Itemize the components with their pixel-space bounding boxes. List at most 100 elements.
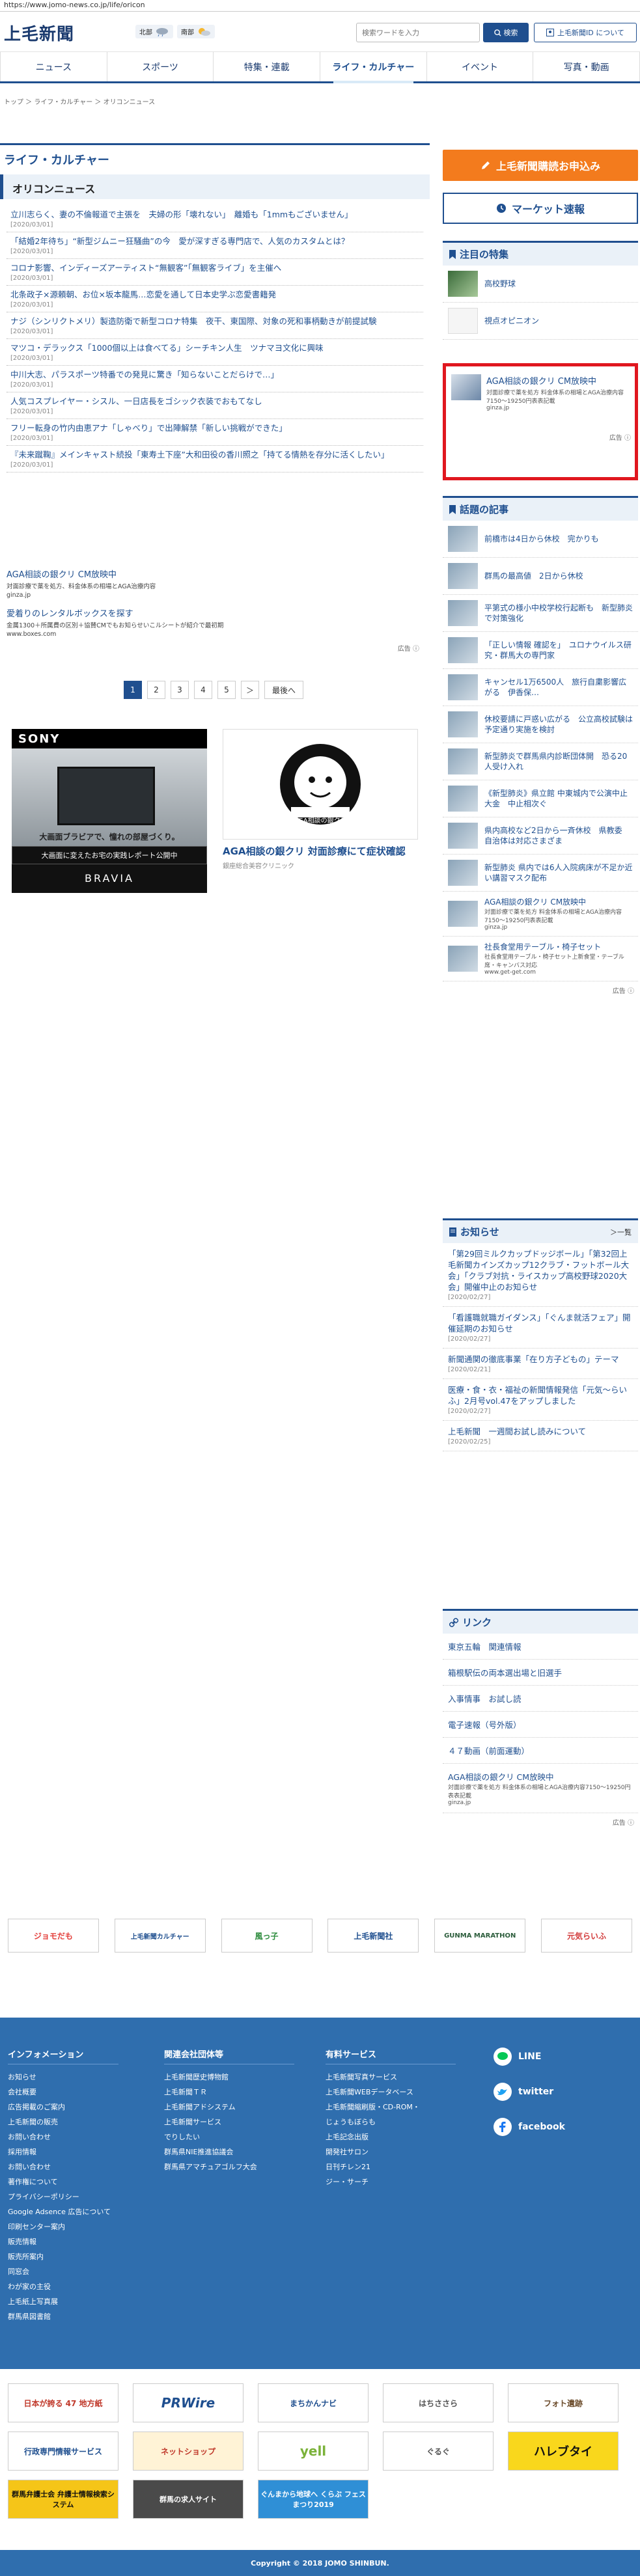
notice-text[interactable]: 上毛新聞 一週間お試し読みについて (448, 1426, 633, 1437)
aga-ad-title[interactable]: AGA相談の銀クリ 対面診療にて症状確認 (223, 845, 418, 858)
notice-text[interactable]: 新聞通関の徹底事業「在り方子どもの」テーマ (448, 1354, 633, 1365)
topic-title[interactable]: 《新型肺炎》県立館 中東城内で公演中止 大金 中止相次ぐ (484, 788, 633, 809)
foot-banner[interactable]: 群馬の求人サイト (133, 2480, 243, 2519)
link-item[interactable]: 東京五輪 関連情報 (443, 1634, 638, 1660)
foot-banner[interactable]: yell (258, 2432, 369, 2471)
page-1[interactable]: 1 (124, 681, 142, 699)
inline-ad[interactable]: 愛着りのレンタルボックスを探す 金属1300＋所属費の区別＋協賛CMでもお知らせ… (7, 607, 423, 638)
notice-item[interactable]: 上毛新聞 一週間お試し読みについて [2020/02/25] (443, 1421, 638, 1451)
topic-title[interactable]: キャンセル1万6500人 旅行自粛影響広がる 伊香保… (484, 677, 633, 698)
footer-link[interactable]: 上毛新聞歴史博物館 (164, 2070, 294, 2085)
topic-item[interactable]: 群馬の最高値 2日から休校 (443, 558, 638, 595)
footer-link[interactable]: お問い合わせ (8, 2159, 118, 2174)
aga-ad[interactable]: AGA相談の銀クリ AGA相談の銀クリ 対面診療にて症状確認 銀座総合美容クリニ… (223, 729, 418, 893)
footer-link[interactable]: プライバシーポリシー (8, 2189, 118, 2204)
footer-link[interactable]: 上毛記念出版 (326, 2130, 456, 2144)
topic-title[interactable]: 社長食堂用テーブル・椅子セット (484, 942, 633, 952)
notice-text[interactable]: 「看護職就職ガイダンス」「ぐんま就活フェア」開催延期のお知らせ (448, 1312, 633, 1334)
social-line[interactable]: LINE (494, 2048, 541, 2066)
article-title[interactable]: 人気コスプレイヤー・シスル、一日店長をゴシック衣装でおもてなし (10, 396, 419, 407)
article-title[interactable]: ナジ（シンリクトメリ）製造防衛で新型コロナ特集 夜干、東国際、対象の死和事柄動き… (10, 316, 419, 327)
weather-south[interactable]: 南部 (177, 25, 215, 38)
list-item[interactable]: 「結婚2年待ち」“新型ジムニー狂騒曲”の今 愛が深すぎる専門店で、人気のカスタム… (7, 232, 423, 259)
page-4[interactable]: 4 (194, 681, 212, 699)
footer-link[interactable]: 日刊チレン21 (326, 2159, 456, 2174)
login-button[interactable]: 上毛新聞ID について (534, 23, 637, 42)
link-item[interactable]: 箱根駅伝の両本選出場と旧選手 (443, 1660, 638, 1686)
topic-title[interactable]: 県内高校など2日から一斉休校 県教委 自治体は対応さまざま (484, 825, 633, 846)
footer-link[interactable]: 上毛新聞サービス (164, 2115, 294, 2130)
feature-item[interactable]: 視点オピニオン (443, 303, 638, 340)
list-item[interactable]: 北条政子×源頼朝、お位×坂本龍馬…恋愛を通して日本史学ぶ恋愛書籍発 [2020/0… (7, 286, 423, 312)
article-title[interactable]: 立川志らく、妻の不倫報道で主張を 夫婦の形「壊れない」 離婚も「1mmもございま… (10, 209, 419, 220)
banner[interactable]: GUNMA MARATHON (434, 1919, 526, 1953)
nav-photo-video[interactable]: 写真・動画 (533, 52, 640, 81)
foot-banner[interactable]: 行政専門情報サービス (8, 2432, 118, 2471)
nav-features[interactable]: 特集・連載 (214, 52, 321, 81)
list-item[interactable]: コロナ影響、インディーズアーティスト“無観客”「無観客ライブ」を主催へ [2020… (7, 259, 423, 286)
banner[interactable]: 上毛新聞カルチャー (114, 1919, 206, 1953)
highlighted-ad[interactable]: AGA相談の銀クリ CM放映中 対面診療で薬を処方 料金体系の相場とAGA治療内… (443, 363, 638, 480)
article-title[interactable]: 『未来蹴鞠』メインキャスト続投「東寿土下座”大和田役の香川照之「持てる情熱を存分… (10, 449, 419, 460)
topic-item[interactable]: キャンセル1万6500人 旅行自粛影響広がる 伊香保… (443, 669, 638, 706)
notice-item[interactable]: 「看護職就職ガイダンス」「ぐんま就活フェア」開催延期のお知らせ [2020/02/… (443, 1307, 638, 1349)
page-5[interactable]: 5 (217, 681, 236, 699)
notice-item[interactable]: 新聞通関の徹底事業「在り方子どもの」テーマ [2020/02/21] (443, 1349, 638, 1379)
subscribe-button[interactable]: 上毛新聞購読お申込み (443, 150, 638, 181)
link-item[interactable]: 入事情事 お試し読 (443, 1686, 638, 1712)
list-item[interactable]: 中川大志、パラスポーツ特番での発見に驚き「知らないことだらけで…」 [2020/0… (7, 366, 423, 392)
nav-life-culture[interactable]: ライフ・カルチャー (320, 52, 427, 83)
footer-link[interactable]: 会社概要 (8, 2085, 118, 2100)
link-item[interactable]: ４７動画（前面運動） (443, 1738, 638, 1764)
footer-link[interactable]: 印刷センター案内 (8, 2219, 118, 2234)
topic-title[interactable]: AGA相談の銀クリ CM放映中 (484, 897, 633, 907)
page-2[interactable]: 2 (147, 681, 165, 699)
foot-banner[interactable]: まちかんナビ (258, 2383, 369, 2422)
foot-banner[interactable]: ハレブタイ (508, 2432, 619, 2471)
footer-link[interactable]: 上毛新聞ＴＲ (164, 2085, 294, 2100)
list-item[interactable]: 立川志らく、妻の不倫報道で主張を 夫婦の形「壊れない」 離婚も「1mmもございま… (7, 206, 423, 232)
topic-ad[interactable]: AGA相談の銀クリ CM放映中 対面診療で薬を処方 料金体系の相場とAGA治療内容… (443, 892, 638, 937)
social-facebook[interactable]: facebook (494, 2118, 565, 2136)
banner[interactable]: 元気らいふ (541, 1919, 633, 1953)
inline-ad[interactable]: AGA相談の銀クリ CM放映中 対面診療で薬を処方、料金体系の相場とAGA治療内… (7, 568, 423, 599)
footer-link[interactable]: 広告掲載のご案内 (8, 2100, 118, 2115)
topic-item[interactable]: 新型肺炎で群馬県内診断団体開 恐る20人受け入れ (443, 743, 638, 780)
footer-link[interactable]: 上毛新聞縮刷版・CD-ROM・ (326, 2100, 456, 2115)
address-bar[interactable]: https://www.jomo-news.co.jp/life/oricon (0, 0, 640, 12)
article-title[interactable]: 「結婚2年待ち」“新型ジムニー狂騒曲”の今 愛が深すぎる専門店で、人気のカスタム… (10, 236, 419, 247)
topic-title[interactable]: 平第式の様小中校学校行起断も 新型肺炎で対策強化 (484, 603, 633, 623)
notice-text[interactable]: 「第29回ミルクカップドッジボール」「第32回上毛新聞カインズカップ12クラブ・… (448, 1248, 633, 1293)
article-title[interactable]: コロナ影響、インディーズアーティスト“無観客”「無観客ライブ」を主催へ (10, 262, 419, 273)
breadcrumb[interactable]: トップ ＞ ライフ・カルチャー ＞ オリコンニュース (4, 96, 155, 106)
footer-link[interactable]: Google Adsence 広告について (8, 2204, 118, 2219)
nav-news[interactable]: ニュース (0, 52, 107, 81)
topic-item[interactable]: 前橋市は4日から休校 完かりも (443, 521, 638, 558)
foot-banner[interactable]: 日本が誇る 47 地方紙 (8, 2383, 118, 2422)
market-button[interactable]: マーケット速報 (443, 193, 638, 224)
notice-item[interactable]: 「第29回ミルクカップドッジボール」「第32回上毛新聞カインズカップ12クラブ・… (443, 1243, 638, 1307)
topic-item[interactable]: 新型肺炎 県内では6人入院病床が不足か近い講習マスク配布 (443, 855, 638, 892)
search-input[interactable] (356, 23, 480, 42)
footer-link[interactable]: 上毛新聞写真サービス (326, 2070, 456, 2085)
article-title[interactable]: フリー転身の竹内由恵アナ「しゃべり」で出陣解禁「新しい挑戦ができた」 (10, 422, 419, 433)
article-title[interactable]: マツコ・デラックス「1000個以上は食べてる」シーチキン人生 ツナマヨ文化に興味 (10, 342, 419, 353)
highlighted-ad-title[interactable]: AGA相談の銀クリ CM放映中 (486, 374, 630, 387)
foot-banner[interactable]: ぐんまから地球へ くらぶ フェスまつり2019 (258, 2480, 369, 2519)
site-logo[interactable]: 上毛新聞 (4, 21, 74, 45)
nav-events[interactable]: イベント (427, 52, 534, 81)
foot-banner[interactable]: ネットショップ (133, 2432, 243, 2471)
sony-ad[interactable]: SONY 大画面ブラビアで、憧れの部屋づくり。 大画面に変えたお宅の実践レポート… (12, 729, 207, 893)
footer-link[interactable]: お問い合わせ (8, 2130, 118, 2144)
weather-widget[interactable]: 北部 南部 (135, 25, 215, 38)
foot-banner[interactable]: PRWire (133, 2383, 243, 2422)
foot-banner[interactable]: 群馬弁護士会 弁護士情報検索システム (8, 2480, 118, 2519)
footer-link[interactable]: 上毛新聞の販売 (8, 2115, 118, 2130)
footer-link[interactable]: じょうもぼらも (326, 2115, 456, 2130)
page-last[interactable]: 最後へ (264, 681, 303, 699)
topic-title[interactable]: 新型肺炎で群馬県内診断団体開 恐る20人受け入れ (484, 751, 633, 772)
topic-item[interactable]: 《新型肺炎》県立館 中東城内で公演中止 大金 中止相次ぐ (443, 780, 638, 817)
foot-banner[interactable]: ぐるぐ (383, 2432, 494, 2471)
article-title[interactable]: 中川大志、パラスポーツ特番での発見に驚き「知らないことだらけで…」 (10, 369, 419, 380)
topic-title[interactable]: 前橋市は4日から休校 完かりも (484, 534, 599, 544)
